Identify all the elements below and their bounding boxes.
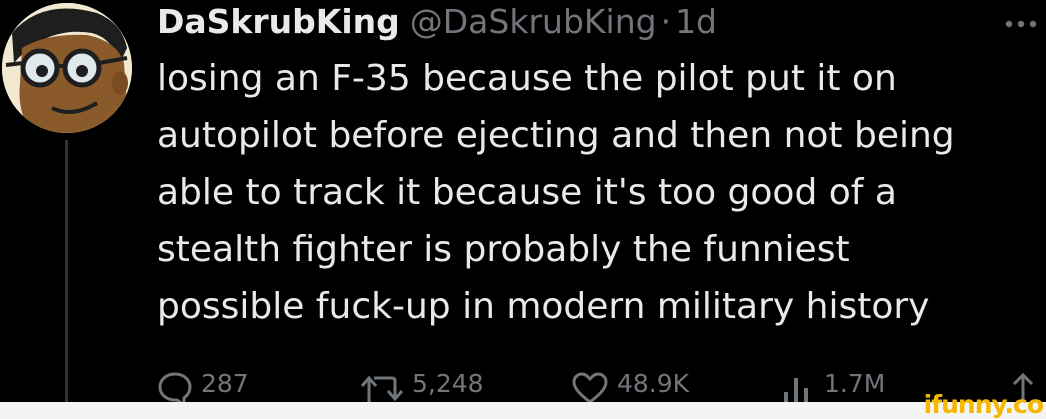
like-count: 48.9K — [617, 369, 690, 398]
user-handle[interactable]: @DaSkrubKing — [410, 2, 657, 41]
like-button[interactable]: 48.9K — [571, 366, 689, 402]
watermark-logo: ifunny.co — [923, 390, 1044, 419]
tweet-header: DaSkrubKing @DaSkrubKing · 1d — [157, 2, 717, 46]
watermark-bar — [0, 402, 1046, 419]
bar-chart-icon — [784, 378, 808, 402]
action-bar: 287 5,248 48.9K 1.7M — [157, 366, 1042, 402]
separator-dot: · — [660, 2, 672, 41]
reply-button[interactable]: 287 — [157, 366, 249, 402]
timestamp[interactable]: 1d — [675, 2, 717, 41]
views-count: 1.7M — [824, 369, 886, 398]
retweet-count: 5,248 — [412, 369, 484, 398]
more-horizontal-icon[interactable] — [1004, 10, 1038, 30]
retweet-button[interactable]: 5,248 — [360, 366, 484, 402]
views-button[interactable]: 1.7M — [780, 366, 885, 402]
avatar[interactable] — [2, 3, 132, 133]
reply-icon — [158, 372, 192, 402]
retweet-icon — [360, 375, 404, 402]
tweet-text: losing an F-35 because the pilot put it … — [157, 58, 955, 327]
reply-count: 287 — [201, 369, 249, 398]
display-name[interactable]: DaSkrubKing — [157, 2, 400, 41]
thread-line — [65, 140, 68, 402]
heart-icon — [572, 372, 608, 402]
avatar-image — [2, 3, 132, 133]
